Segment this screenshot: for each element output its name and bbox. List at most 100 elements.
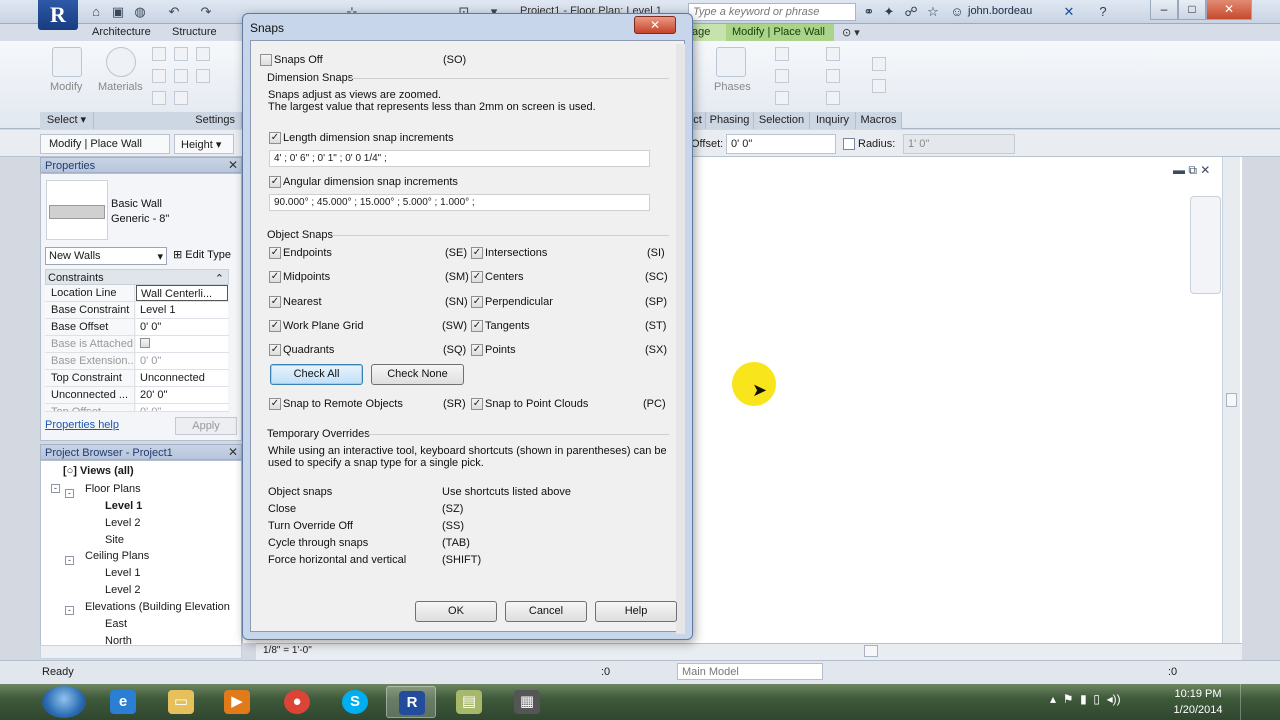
tab-overflow-icon[interactable]: ⊙ ▾ bbox=[842, 26, 860, 39]
selection-icon[interactable] bbox=[775, 91, 789, 105]
inquiry-icon[interactable] bbox=[826, 91, 840, 105]
prop-row[interactable]: Location Line Wall Centerli... bbox=[45, 285, 229, 302]
panel-inquiry[interactable]: Inquiry bbox=[810, 112, 856, 129]
intersections-checkbox[interactable]: ✓ bbox=[471, 247, 483, 259]
view-scale[interactable]: 1/8" = 1'-0" bbox=[263, 645, 312, 656]
close-icon[interactable]: ✕ bbox=[228, 445, 238, 459]
help-icon[interactable]: ? bbox=[1094, 3, 1112, 21]
save-icon[interactable]: ▣ bbox=[110, 4, 126, 20]
maximize-button[interactable]: □ bbox=[1178, 0, 1206, 20]
work-plane-grid-checkbox[interactable]: ✓ bbox=[269, 320, 281, 332]
redo-icon[interactable]: ↷ bbox=[198, 4, 214, 20]
design-option-dropdown[interactable]: Main Model bbox=[677, 663, 823, 680]
tree-expander-icon[interactable]: - bbox=[51, 484, 60, 493]
perpendicular-checkbox[interactable]: ✓ bbox=[471, 296, 483, 308]
constraints-group-header[interactable]: Constraints ⌃ bbox=[45, 269, 229, 285]
taskbar-skype[interactable]: S bbox=[330, 686, 380, 718]
dialog-close-button[interactable]: ✕ bbox=[634, 16, 676, 34]
cancel-button[interactable]: Cancel bbox=[505, 601, 587, 622]
tree-expander-icon[interactable]: - bbox=[65, 556, 74, 565]
show-desktop-button[interactable] bbox=[1240, 684, 1280, 720]
check-none-button[interactable]: Check None bbox=[371, 364, 464, 385]
taskbar-file-explorer[interactable]: ▭ bbox=[156, 686, 206, 718]
taskbar-notes[interactable]: ▤ bbox=[444, 686, 494, 718]
prop-row[interactable]: Base Offset 0' 0" bbox=[45, 319, 229, 336]
prop-row[interactable]: Base Constraint Level 1 bbox=[45, 302, 229, 319]
tab-architecture[interactable]: Architecture bbox=[92, 26, 151, 38]
panel-macros[interactable]: Macros bbox=[856, 112, 902, 129]
prop-row[interactable]: Unconnected ... 20' 0" bbox=[45, 387, 229, 404]
settings-icon[interactable] bbox=[152, 91, 166, 105]
help-button[interactable]: Help bbox=[595, 601, 677, 622]
macros-icon[interactable] bbox=[872, 57, 886, 71]
macros-icon[interactable] bbox=[872, 79, 886, 93]
tree-expander-icon[interactable]: - bbox=[65, 489, 74, 498]
sync-icon[interactable]: ◍ bbox=[132, 4, 148, 20]
inquiry-icon[interactable] bbox=[826, 69, 840, 83]
tree-item[interactable]: East bbox=[105, 618, 127, 630]
tangents-checkbox[interactable]: ✓ bbox=[471, 320, 483, 332]
endpoints-checkbox[interactable]: ✓ bbox=[269, 247, 281, 259]
properties-help-link[interactable]: Properties help bbox=[45, 419, 119, 431]
close-icon[interactable]: ✕ bbox=[228, 158, 238, 172]
prop-value[interactable]: 0' 0" bbox=[136, 319, 228, 335]
close-window-button[interactable]: ✕ bbox=[1206, 0, 1252, 20]
tree-item[interactable]: Site bbox=[105, 534, 124, 546]
prop-value[interactable]: Wall Centerli... bbox=[136, 285, 228, 301]
length-snap-checkbox[interactable]: ✓ bbox=[269, 132, 281, 144]
open-icon[interactable]: ⌂ bbox=[88, 4, 104, 20]
clock-time[interactable]: 10:19 PM bbox=[1168, 688, 1228, 700]
edit-type-button[interactable]: ⊞ Edit Type bbox=[173, 248, 231, 261]
panel-selection[interactable]: Selection bbox=[754, 112, 810, 129]
panel-settings[interactable]: Settings bbox=[94, 112, 242, 129]
minimize-button[interactable]: – bbox=[1150, 0, 1178, 20]
offset-input[interactable]: 0' 0" bbox=[726, 134, 836, 154]
apply-button[interactable]: Apply bbox=[175, 417, 237, 435]
angular-increments-field[interactable]: 90.000° ; 45.000° ; 15.000° ; 5.000° ; 1… bbox=[269, 194, 650, 211]
snap-point-clouds-checkbox[interactable]: ✓ bbox=[471, 398, 483, 410]
panel-phasing[interactable]: Phasing bbox=[706, 112, 754, 129]
view-window-controls[interactable]: ▬ ⧉ ✕ bbox=[1173, 163, 1210, 178]
canvas-vertical-scrollbar[interactable] bbox=[1222, 157, 1240, 643]
snap-remote-checkbox[interactable]: ✓ bbox=[269, 398, 281, 410]
taskbar-media-player[interactable]: ▶ bbox=[212, 686, 262, 718]
taskbar-recorder[interactable]: ▦ bbox=[502, 686, 552, 718]
settings-icon[interactable] bbox=[196, 69, 210, 83]
snaps-off-checkbox[interactable] bbox=[260, 54, 272, 66]
settings-icon[interactable] bbox=[174, 47, 188, 61]
exchange-x-icon[interactable]: ✕ bbox=[1060, 3, 1078, 21]
communication-icon[interactable]: ☍ bbox=[902, 3, 920, 21]
tree-item[interactable]: Level 2 bbox=[105, 517, 140, 529]
navigation-bar[interactable] bbox=[1190, 196, 1221, 294]
tree-views-all[interactable]: [○] Views (all) bbox=[63, 465, 134, 477]
instance-selector-dropdown[interactable]: New Walls ▾ bbox=[45, 247, 167, 265]
midpoints-checkbox[interactable]: ✓ bbox=[269, 271, 281, 283]
tree-expander-icon[interactable]: - bbox=[65, 606, 74, 615]
favorites-star-icon[interactable]: ☆ bbox=[924, 3, 942, 21]
search-input[interactable]: Type a keyword or phrase bbox=[688, 3, 856, 21]
settings-icon[interactable] bbox=[174, 91, 188, 105]
tree-item[interactable]: Level 1 bbox=[105, 500, 142, 512]
horizontal-scroll-thumb[interactable] bbox=[864, 645, 878, 657]
tree-item[interactable]: Level 2 bbox=[105, 584, 140, 596]
browser-horizontal-scrollbar[interactable] bbox=[40, 645, 242, 659]
points-checkbox[interactable]: ✓ bbox=[471, 344, 483, 356]
subscription-icon[interactable]: ✦ bbox=[880, 3, 898, 21]
settings-icon[interactable] bbox=[152, 47, 166, 61]
binoculars-icon[interactable]: ⚭ bbox=[860, 3, 878, 21]
tab-manage[interactable]: age bbox=[690, 24, 726, 41]
tree-floor-plans[interactable]: Floor Plans bbox=[85, 483, 141, 495]
prop-value[interactable]: Level 1 bbox=[136, 302, 228, 318]
system-tray[interactable]: ▴ ⚑ ▮ ▯ ◂)) bbox=[1050, 692, 1121, 706]
application-menu-button[interactable]: R bbox=[38, 0, 78, 30]
taskbar-internet-explorer[interactable]: e bbox=[98, 686, 148, 718]
tree-item[interactable]: Level 1 bbox=[105, 567, 140, 579]
ok-button[interactable]: OK bbox=[415, 601, 497, 622]
tree-ceiling-plans[interactable]: Ceiling Plans bbox=[85, 550, 149, 562]
dialog-scrollbar[interactable] bbox=[676, 44, 685, 634]
scroll-thumb[interactable] bbox=[1226, 393, 1237, 407]
angular-snap-checkbox[interactable]: ✓ bbox=[269, 176, 281, 188]
nearest-checkbox[interactable]: ✓ bbox=[269, 296, 281, 308]
user-icon[interactable]: ☺ bbox=[948, 3, 966, 21]
prop-value[interactable]: 20' 0" bbox=[136, 387, 228, 403]
